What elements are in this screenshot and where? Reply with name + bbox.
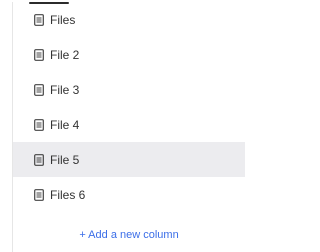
list-item-label: File 2 xyxy=(50,47,80,62)
list-item-file-4[interactable]: File 4 xyxy=(13,107,245,142)
add-new-column-link[interactable]: + Add a new column xyxy=(13,229,245,241)
file-icon xyxy=(34,48,44,61)
file-list: Files File 2 File 3 File 4 File 5 Files … xyxy=(13,2,245,212)
list-item-label: Files 6 xyxy=(50,187,86,202)
list-item-file-5[interactable]: File 5 xyxy=(13,142,245,177)
list-item-files-6[interactable]: Files 6 xyxy=(13,177,245,212)
file-icon xyxy=(34,83,44,96)
list-item-label: File 3 xyxy=(50,82,80,97)
file-icon xyxy=(34,13,44,26)
file-column-dropdown: Files File 2 File 3 File 4 File 5 Files … xyxy=(12,2,245,252)
file-icon xyxy=(34,188,44,201)
file-icon xyxy=(34,118,44,131)
list-item-files[interactable]: Files xyxy=(13,2,245,37)
list-item-label: File 5 xyxy=(50,152,80,167)
list-item-label: Files xyxy=(50,12,76,27)
file-icon xyxy=(34,153,44,166)
list-item-file-2[interactable]: File 2 xyxy=(13,37,245,72)
list-item-file-3[interactable]: File 3 xyxy=(13,72,245,107)
list-item-label: File 4 xyxy=(50,117,80,132)
